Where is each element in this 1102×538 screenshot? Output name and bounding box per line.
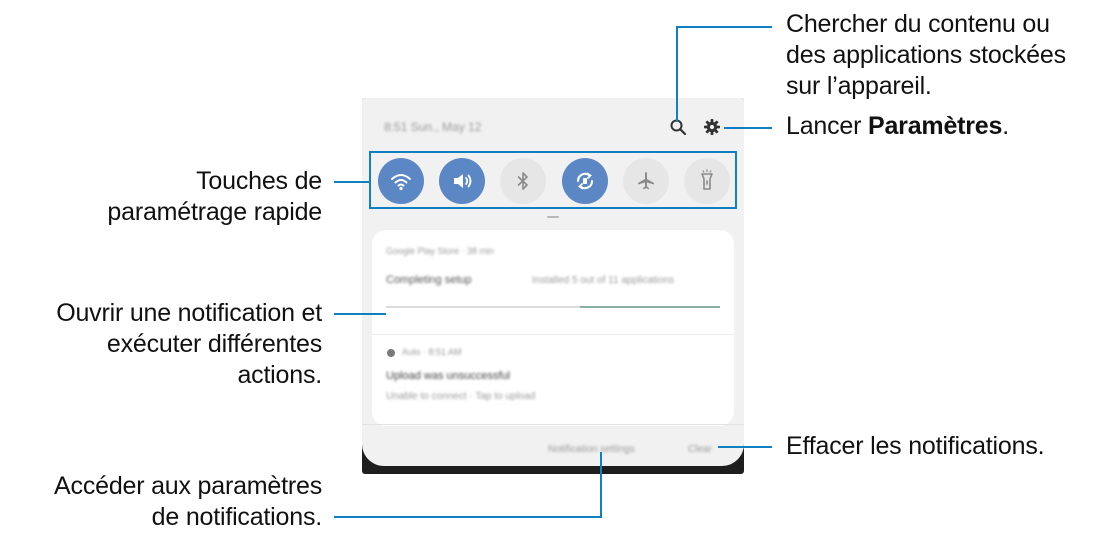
callout-search-line-3: sur l’appareil. [786, 72, 932, 100]
notification-settings-label: Notification settings [548, 444, 635, 455]
callout-clear-line: Effacer les notifications. [786, 432, 1045, 460]
leader-line-notif-settings-h [334, 516, 602, 518]
callout-notif-settings-line-1: Accéder aux paramètres [54, 472, 322, 500]
leader-line-notif-settings-v [600, 452, 602, 518]
notification-settings-button[interactable]: Notification settings [548, 440, 658, 460]
install-progress-bar [386, 306, 720, 308]
callout-notif-settings-line-2: de notifications. [151, 503, 323, 531]
drag-handle[interactable] [547, 216, 559, 218]
clear-button[interactable]: Clear [684, 440, 718, 460]
callout-notification: Ouvrir une notification et exécuter diff… [56, 298, 322, 391]
leader-line-search-h [676, 26, 772, 28]
callout-settings-bold: Paramètres [868, 112, 1003, 140]
leader-line-clear [718, 446, 772, 448]
callout-settings: Lancer Paramètres. [786, 111, 1009, 142]
footer-divider [362, 424, 744, 425]
callout-notification-line-3: actions. [237, 361, 322, 389]
app-icon [387, 349, 395, 357]
callout-notification-line-2: exécuter différentes [106, 330, 322, 358]
leader-line-notification [334, 313, 386, 315]
leader-line-quick-settings [334, 181, 369, 183]
callout-search-line-1: Chercher du contenu ou [786, 10, 1050, 38]
gear-icon[interactable] [703, 118, 721, 136]
callout-settings-suffix: . [1002, 112, 1009, 140]
callout-settings-prefix: Lancer [786, 112, 868, 140]
quick-settings-highlight [369, 151, 737, 209]
callout-quick-settings-line-1: Touches de [196, 167, 322, 195]
divider [372, 334, 734, 335]
notification-title-2: Upload was unsuccessful [386, 370, 511, 382]
install-progress-fill [579, 306, 720, 308]
notification-detail: Installed 5 out of 11 applications [532, 275, 675, 286]
callout-quick-settings-line-2: paramétrage rapide [107, 198, 322, 226]
notification-app-label: Google Play Store · 38 min [386, 246, 495, 256]
callout-search: Chercher du contenu ou des applications … [786, 9, 1066, 102]
status-date-time: 8:51 Sun., May 12 [384, 120, 482, 134]
clear-label: Clear [688, 444, 712, 455]
notification-card[interactable]: Google Play Store · 38 min Completing se… [372, 230, 734, 426]
leader-line-search [676, 26, 678, 122]
search-icon[interactable] [669, 118, 687, 136]
notification-app-label-2: Auto · 8:51 AM [402, 347, 462, 357]
callout-quick-settings: Touches de paramétrage rapide [107, 166, 322, 228]
callout-clear: Effacer les notifications. [786, 431, 1045, 462]
callout-search-line-2: des applications stockées [786, 41, 1066, 69]
leader-line-settings [724, 127, 772, 129]
callout-notification-line-1: Ouvrir une notification et [56, 299, 322, 327]
notification-title: Completing setup [386, 274, 472, 286]
callout-notif-settings: Accéder aux paramètres de notifications. [54, 471, 322, 533]
notification-body-2: Unable to connect · Tap to upload [386, 391, 536, 402]
